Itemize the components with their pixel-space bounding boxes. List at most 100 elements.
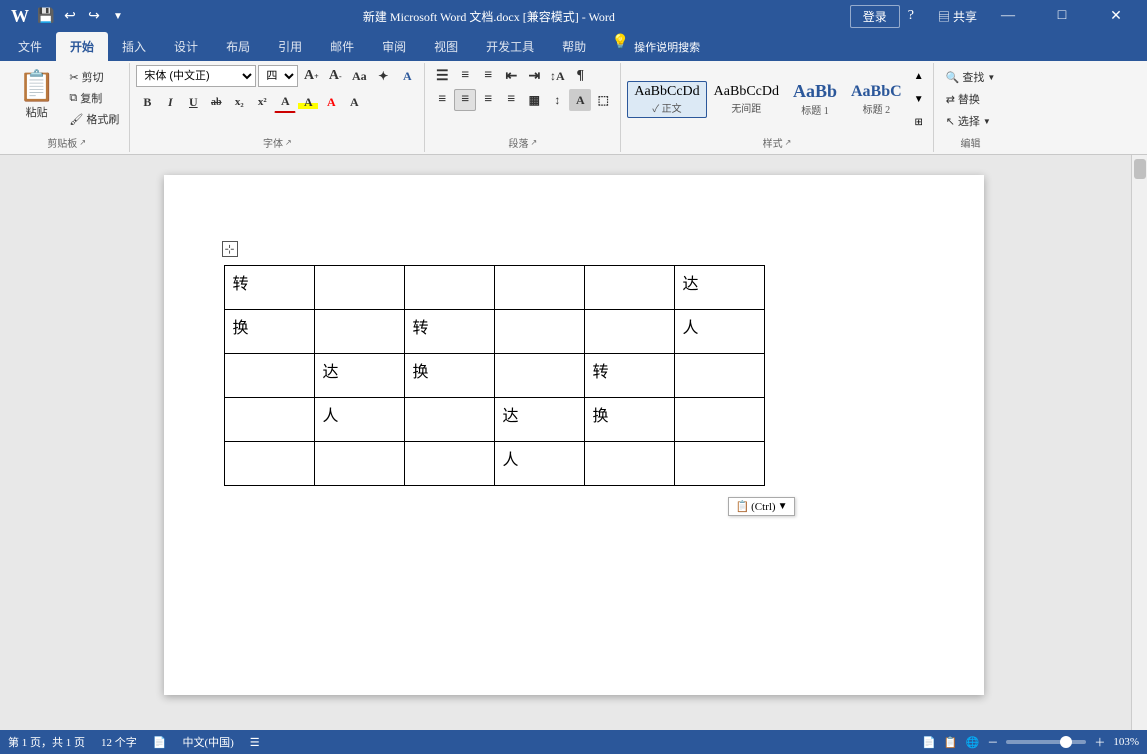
table-cell[interactable] [494,266,584,310]
tab-file[interactable]: 文件 [4,32,56,61]
increase-indent-button[interactable]: ⇥ [523,65,545,87]
read-view-icon[interactable]: 📄 [922,736,936,749]
table-cell[interactable] [494,354,584,398]
table-cell[interactable] [404,266,494,310]
web-view-icon[interactable]: 🌐 [966,736,980,749]
minimize-button[interactable]: — [985,0,1031,32]
copy-button[interactable]: ⧉ 复制 [65,88,123,108]
table-cell[interactable]: 换 [404,354,494,398]
table-cell[interactable]: 人 [314,398,404,442]
table-cell[interactable] [224,354,314,398]
tell-me[interactable]: 操作说明搜索 [634,32,700,61]
table-cell[interactable]: 达 [494,398,584,442]
print-layout-icon[interactable]: 📋 [944,736,958,749]
justify-button[interactable]: ≡ [500,89,522,111]
font-color-button[interactable]: A [274,91,296,113]
table-cell[interactable]: 转 [224,266,314,310]
scrollbar-vertical[interactable] [1131,155,1147,730]
paste-button[interactable]: 📋 粘贴 [10,65,63,124]
table-cell[interactable] [314,442,404,486]
style-normal[interactable]: AaBbCcDd ✓ 正文 [627,81,706,118]
table-cell[interactable] [314,266,404,310]
highlight-button[interactable]: A [297,91,319,113]
superscript-button[interactable]: x² [251,91,273,113]
line-spacing-button[interactable]: ↕ [546,89,568,111]
style-no-spacing[interactable]: AaBbCcDd 无间距 [707,81,786,118]
table-cell[interactable]: 达 [314,354,404,398]
subscript-button[interactable]: x₂ [228,91,250,113]
zoom-slider[interactable] [1006,740,1086,744]
zoom-minus[interactable]: － [987,734,998,750]
multilevel-button[interactable]: ≡ [477,65,499,87]
font-name-select[interactable]: 宋体 (中文正) [136,65,256,87]
bold-button[interactable]: B [136,91,158,113]
table-cell[interactable] [224,398,314,442]
format-painter-button[interactable]: 🖌 格式刷 [65,109,123,129]
help-icon[interactable]: ? [908,8,914,24]
table-cell[interactable] [584,442,674,486]
styles-more-button[interactable]: ⊞ [911,111,927,133]
style-heading2[interactable]: AaBbC 标题 2 [844,80,909,119]
increase-font-button[interactable]: A+ [300,65,322,87]
table-cell[interactable]: 人 [674,310,764,354]
table-cell[interactable] [674,442,764,486]
customize-icon[interactable]: ▼ [108,6,128,26]
tab-review[interactable]: 审阅 [368,32,420,61]
close-button[interactable]: ✕ [1093,0,1139,32]
tab-help[interactable]: 帮助 [548,32,600,61]
table-cell[interactable] [584,266,674,310]
redo-icon[interactable]: ↪ [84,6,104,26]
bullets-button[interactable]: ☰ [431,65,453,87]
find-button[interactable]: 🔍 查找 ▼ [940,67,1002,87]
align-center-button[interactable]: ≡ [454,89,476,111]
decrease-indent-button[interactable]: ⇤ [500,65,522,87]
show-marks-button[interactable]: ¶ [569,65,591,87]
table-cell[interactable]: 转 [584,354,674,398]
table-cell[interactable]: 换 [584,398,674,442]
table-cell[interactable]: 转 [404,310,494,354]
clear-format-button[interactable]: ✦ [372,65,394,87]
style-heading1[interactable]: AaBb 标题 1 [786,78,844,120]
lightbulb-icon[interactable]: 💡 [610,32,630,52]
text-effect-button[interactable]: A [396,65,418,87]
strikethrough-button[interactable]: ab [205,91,227,113]
tab-developer[interactable]: 开发工具 [472,32,548,61]
replace-button[interactable]: ⇄ 替换 [940,89,1002,109]
paragraph-expand-icon[interactable]: ↗ [530,138,537,147]
share-icon[interactable]: ▤ 共享 [938,8,977,25]
table-cell[interactable] [674,354,764,398]
font-color2-button[interactable]: A [320,91,342,113]
table-cell[interactable] [224,442,314,486]
tab-mailings[interactable]: 邮件 [316,32,368,61]
italic-button[interactable]: I [159,91,181,113]
login-button[interactable]: 登录 [850,5,900,28]
styles-expand-icon[interactable]: ↗ [785,138,792,147]
tab-layout[interactable]: 布局 [212,32,264,61]
restore-button[interactable]: □ [1039,0,1085,32]
borders-button[interactable]: ⬚ [592,89,614,111]
styles-down-button[interactable]: ▼ [911,88,927,110]
zoom-level[interactable]: 103% [1113,736,1139,748]
tab-design[interactable]: 设计 [160,32,212,61]
paste-options-popup[interactable]: 📋 (Ctrl) ▼ [728,497,794,516]
tab-references[interactable]: 引用 [264,32,316,61]
styles-up-button[interactable]: ▲ [911,65,927,87]
underline-button[interactable]: U [182,91,204,113]
column-break-button[interactable]: ▦ [523,89,545,111]
table-cell[interactable] [314,310,404,354]
zoom-plus[interactable]: ＋ [1094,734,1105,750]
change-case-button[interactable]: Aa [348,65,370,87]
decrease-font-button[interactable]: A- [324,65,346,87]
table-move-handle[interactable]: ⊹ [222,241,238,257]
table-cell[interactable]: 人 [494,442,584,486]
char-spacing-button[interactable]: A [343,91,365,113]
shading-button[interactable]: A [569,89,591,111]
tab-view[interactable]: 视图 [420,32,472,61]
table-cell[interactable]: 达 [674,266,764,310]
clipboard-expand-icon[interactable]: ↗ [79,138,86,147]
cut-button[interactable]: ✂ 剪切 [65,67,123,87]
table-cell[interactable] [674,398,764,442]
font-size-select[interactable]: 四号 [258,65,298,87]
tab-insert[interactable]: 插入 [108,32,160,61]
scroll-thumb[interactable] [1134,159,1146,179]
